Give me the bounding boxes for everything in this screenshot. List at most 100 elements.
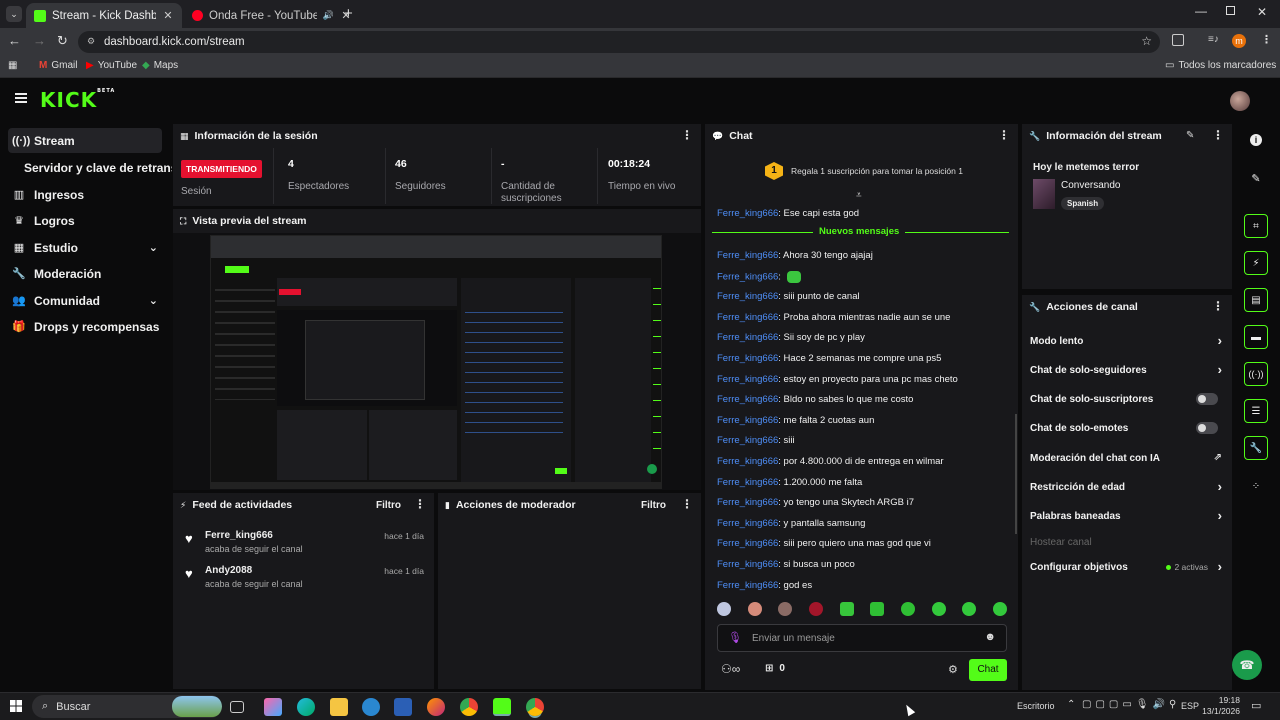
chat-username[interactable]: Ferre_king666 [717,353,778,364]
chat-username[interactable]: Ferre_king666 [717,332,778,343]
chat-username[interactable]: Ferre_king666 [717,497,778,508]
points-display[interactable]: ⊞ 0 [765,663,785,674]
chat-username[interactable]: Ferre_king666 [717,580,778,591]
chevron-down-icon[interactable]: ⌄ [149,241,158,254]
firefox-icon[interactable] [427,698,445,716]
chat-username[interactable]: Ferre_king666 [717,415,778,426]
category-thumbnail[interactable] [1033,179,1055,209]
sidebar-item-drops[interactable]: 🎁 Drops y recompensas [8,314,162,339]
task-view-icon[interactable] [230,701,244,713]
more-options-icon[interactable]: ⋮ [414,498,426,510]
sidebar-item-estudio[interactable]: ▦ Estudio ⌄ [8,235,162,260]
broadcast-icon[interactable]: ((·)) [1244,362,1268,386]
wrench-icon[interactable]: 🔧 [1244,436,1268,460]
chat-username[interactable]: Ferre_king666 [717,312,778,323]
kick-logo[interactable]: KICKBETA [40,88,115,112]
chat-username[interactable]: Ferre_king666 [717,435,778,446]
tab-youtube-music[interactable]: Onda Free - YouTube Music 🔊 ✕ [184,3,360,28]
chat-settings-icon[interactable]: ⚙ [948,663,958,676]
feed-user[interactable]: Ferre_king666 [205,530,273,541]
user-avatar[interactable] [1230,91,1250,111]
bookmark-youtube[interactable]: ▶ YouTube [86,60,137,71]
desktop-label[interactable]: Escritorio [1017,701,1055,711]
emote-icon[interactable] [839,602,854,616]
chat-username[interactable]: Ferre_king666 [717,291,778,302]
layers-icon[interactable]: ☰ [1244,399,1268,423]
site-info-icon[interactable]: ⚙ [87,36,95,47]
emote-icon[interactable] [900,602,915,616]
support-chat-button[interactable]: ☎ [1232,650,1262,680]
action-emotes-only[interactable]: Chat de solo-emotes [1030,416,1222,440]
info-icon[interactable]: i [1244,128,1268,152]
filter-button[interactable]: Filtro [376,500,401,511]
close-tab-icon[interactable]: ✕ [162,9,174,22]
action-age-restriction[interactable]: Restricción de edad › [1030,475,1222,499]
more-options-icon[interactable]: ⋮ [681,129,693,141]
sidebar-item-server-key[interactable]: Servidor y clave de retransmisión [20,155,172,180]
chat-bubble-icon[interactable]: ▬ [1244,325,1268,349]
sidebar-item-comunidad[interactable]: 👥 Comunidad ⌄ [8,288,162,313]
more-options-icon[interactable]: ⋮ [1212,129,1224,141]
chat-username[interactable]: Ferre_king666 [717,538,778,549]
system-tray-icons[interactable]: ▢▢▢▭🎙🔊⚲ [1082,699,1180,710]
back-arrow-icon[interactable]: ← [8,33,21,48]
document-icon[interactable]: ▤ [1244,288,1268,312]
hamburger-menu-icon[interactable] [15,93,27,103]
reload-icon[interactable]: ↻ [57,33,68,49]
filter-button[interactable]: Filtro [641,500,666,511]
browser-menu-icon[interactable]: ⋮ [1261,33,1272,46]
more-options-icon[interactable]: ⋮ [1212,300,1224,312]
sidebar-item-stream[interactable]: ((·)) Stream [8,128,162,153]
taskbar-search[interactable]: ⌕ Buscar [32,695,222,718]
action-followers-only[interactable]: Chat de solo-seguidores › [1030,358,1222,382]
emoji-icon[interactable]: ☻ [984,631,996,643]
profile-avatar[interactable]: m [1232,34,1246,48]
action-slow-mode[interactable]: Modo lento › [1030,329,1222,353]
pinned-app-icon[interactable] [362,698,380,716]
chat-username[interactable]: Ferre_king666 [717,394,778,405]
edit-pencil-icon[interactable]: ✎ [1244,166,1268,190]
edit-pencil-icon[interactable]: ✎ [1186,130,1194,141]
file-explorer-icon[interactable] [330,698,348,716]
action-subscribers-only[interactable]: Chat de solo-suscriptores [1030,387,1222,411]
forward-arrow-icon[interactable]: → [33,33,46,48]
sidebar-item-logros[interactable]: ♛ Logros [8,208,162,233]
audio-playing-icon[interactable]: 🔊 [323,10,334,21]
new-messages-label[interactable]: Nuevos mensajes [813,226,906,237]
new-tab-button[interactable]: + [344,5,353,22]
word-icon[interactable] [394,698,412,716]
scrollbar[interactable] [1015,414,1017,534]
edge-icon[interactable] [297,698,315,716]
chrome-profile-icon[interactable] [526,698,544,716]
restore-window-button[interactable] [1226,6,1235,15]
address-bar[interactable]: ⚙ dashboard.kick.com/stream ☆ [78,31,1160,53]
chrome-icon[interactable] [460,698,478,716]
puzzle-icon[interactable]: ⁘ [1244,474,1268,498]
tab-search-button[interactable]: ⌄ [6,6,22,22]
tab-kick-dashboard[interactable]: Stream - Kick Dashboard ✕ [26,3,182,28]
bookmark-gmail[interactable]: M Gmail [39,60,77,71]
show-hidden-icons[interactable]: ⌃ [1067,699,1075,710]
lightning-icon[interactable]: ⚡ [1244,251,1268,275]
chat-username[interactable]: Ferre_king666 [717,374,778,385]
close-window-button[interactable]: ✕ [1257,5,1267,19]
apps-grid-icon[interactable]: ▦ [8,60,17,71]
emote-icon[interactable] [992,602,1007,616]
chat-username[interactable]: Ferre_king666 [717,477,778,488]
action-goals[interactable]: Configurar objetivos 2 activas › [1030,555,1222,579]
all-bookmarks[interactable]: ▭ Todos los marcadores [1165,60,1276,71]
chat-username[interactable]: Ferre_king666 [717,208,778,219]
extensions-icon[interactable] [1172,34,1184,46]
minimize-window-button[interactable]: — [1195,4,1207,18]
chevron-down-icon[interactable]: ⌄ [149,294,158,307]
notifications-icon[interactable]: ▭ [1251,699,1261,712]
emote-icon[interactable] [808,602,823,616]
bookmark-maps[interactable]: ◆ Maps [142,60,178,71]
chat-username[interactable]: Ferre_king666 [717,456,778,467]
emote-icon[interactable] [717,602,731,616]
more-options-icon[interactable]: ⋮ [998,129,1010,141]
clock[interactable]: 19:18 13/1/2026 [1200,695,1240,717]
emote-icon[interactable] [870,602,885,616]
chat-username[interactable]: Ferre_king666 [717,518,778,529]
sidebar-item-ingresos[interactable]: ▥ Ingresos [8,182,162,207]
